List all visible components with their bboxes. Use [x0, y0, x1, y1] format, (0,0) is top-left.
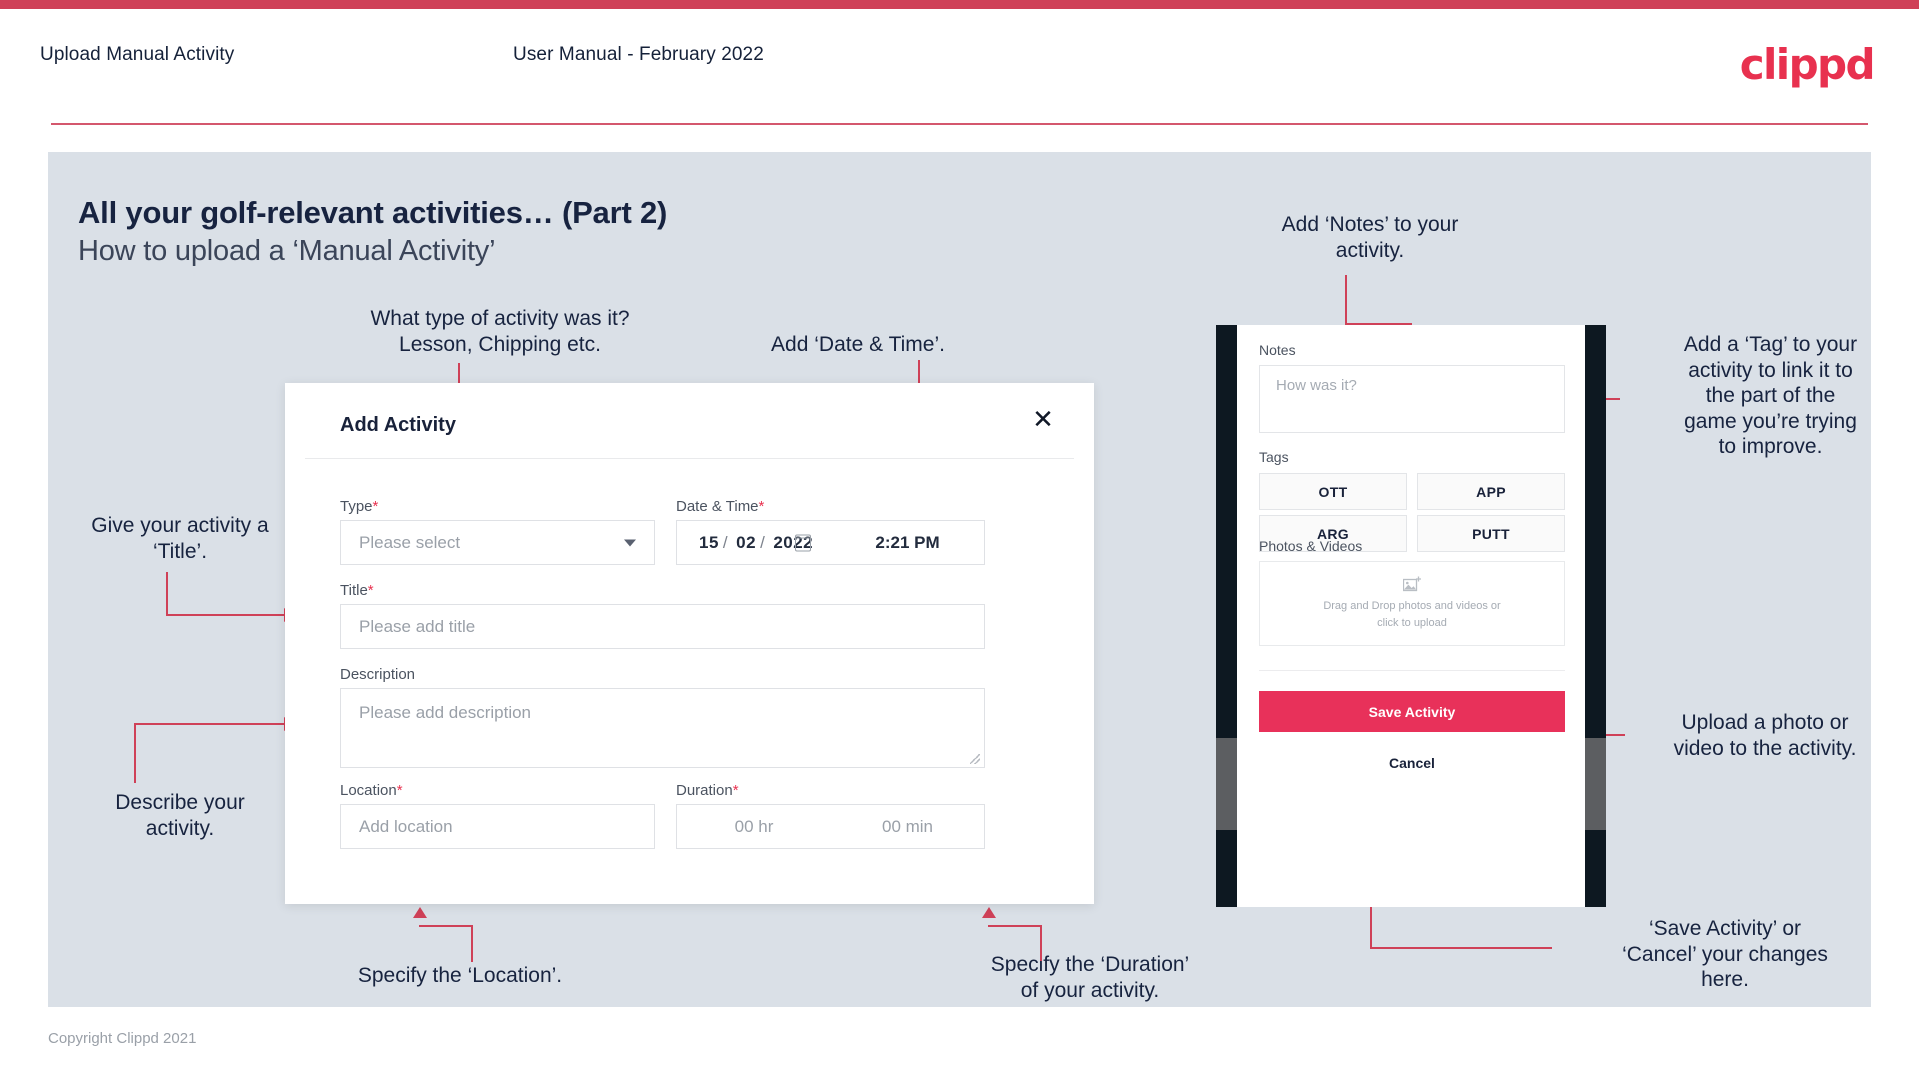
notes-placeholder: How was it? — [1276, 377, 1357, 394]
annotation-type: What type of activity was it? Lesson, Ch… — [370, 307, 630, 356]
location-label: Location* — [340, 782, 403, 799]
annotation-title: Give your activity a ‘Title’. — [91, 514, 269, 563]
slide-page: Upload Manual Activity User Manual - Feb… — [0, 0, 1919, 1079]
leader-dur-h — [988, 925, 1042, 927]
type-placeholder: Please select — [359, 532, 461, 552]
tags-label: Tags — [1259, 449, 1289, 465]
title-label-text: Title — [340, 582, 368, 599]
title-label: Title* — [340, 582, 374, 599]
footer-copyright: Copyright Clippd 2021 — [48, 1030, 197, 1047]
date-month: 02 — [736, 532, 757, 552]
header-left-title: Upload Manual Activity — [40, 44, 235, 65]
arrow-location — [413, 907, 427, 918]
duration-hours-input[interactable]: 00 hr — [676, 804, 832, 849]
add-image-icon — [1402, 576, 1422, 592]
location-input[interactable]: Add location — [340, 804, 655, 849]
clippd-logo: clippd — [1739, 40, 1876, 89]
tag-app[interactable]: APP — [1417, 473, 1565, 510]
cancel-button[interactable]: Cancel — [1259, 747, 1565, 779]
leader-notes-v1 — [1345, 275, 1347, 325]
date-sep-1: / — [722, 532, 729, 552]
leader-title-v — [166, 572, 168, 616]
tag-putt[interactable]: PUTT — [1417, 515, 1565, 552]
phone-frame-left-accent — [1216, 738, 1237, 830]
type-label: Type* — [340, 498, 378, 515]
duration-minutes-input[interactable]: 00 min — [831, 804, 985, 849]
leader-dur-v1 — [1040, 927, 1042, 961]
description-textarea[interactable]: Please add description — [340, 688, 985, 768]
duration-label: Duration* — [676, 782, 739, 799]
resize-handle-icon[interactable] — [970, 754, 980, 764]
annotation-notes: Add ‘Notes’ to your activity. — [1281, 213, 1459, 262]
leader-loc-h — [419, 925, 473, 927]
duration-label-text: Duration — [676, 782, 733, 799]
phone-mockup: Notes How was it? Tags OTT APP ARG PUTT … — [1216, 325, 1606, 907]
close-icon[interactable]: ✕ — [1028, 405, 1058, 435]
dropzone-text-line1: Drag and Drop photos and videos or — [1323, 600, 1501, 612]
header-divider — [51, 123, 1868, 125]
title-required-mark: * — [367, 582, 374, 599]
title-placeholder: Please add title — [359, 616, 476, 636]
datetime-label: Date & Time* — [676, 498, 764, 515]
annotation-duration: Specify the ‘Duration’ of your activity. — [990, 953, 1190, 1002]
page-subtitle: How to upload a ‘Manual Activity’ — [78, 235, 496, 267]
dropzone-text-line2: click to upload — [1377, 616, 1447, 629]
date-day: 15 — [699, 532, 719, 552]
tag-ott[interactable]: OTT — [1259, 473, 1407, 510]
date-input[interactable]: 15 / 02 / 2022 — [676, 520, 832, 565]
type-required-mark: * — [372, 498, 379, 515]
top-accent-bar — [0, 0, 1919, 9]
time-input[interactable]: 2:21 PM — [831, 520, 985, 565]
leader-save-h — [1370, 947, 1552, 949]
description-label: Description — [340, 666, 416, 683]
leader-loc-v1 — [471, 927, 473, 962]
annotation-location: Specify the ‘Location’. — [357, 964, 563, 987]
annotation-tags: Add a ‘Tag’ to your activity to link it … — [1683, 333, 1858, 459]
datetime-required-mark: * — [758, 498, 765, 515]
photo-upload-dropzone[interactable]: Drag and Drop photos and videos or click… — [1259, 561, 1565, 646]
annotation-datetime: Add ‘Date & Time’. — [771, 333, 945, 356]
duration-required-mark: * — [732, 782, 739, 799]
header-center-title: User Manual - February 2022 — [513, 44, 764, 65]
date-sep-2: / — [760, 532, 766, 552]
notes-textarea[interactable]: How was it? — [1259, 365, 1565, 433]
photos-videos-label: Photos & Videos — [1259, 538, 1363, 554]
datetime-label-text: Date & Time — [676, 498, 759, 515]
add-activity-dialog: Add Activity ✕ Type* Please select Date … — [285, 383, 1094, 904]
phone-divider — [1259, 670, 1565, 671]
phone-screen: Notes How was it? Tags OTT APP ARG PUTT … — [1237, 325, 1585, 907]
title-input[interactable]: Please add title — [340, 604, 985, 649]
location-label-text: Location — [340, 782, 397, 799]
location-placeholder: Add location — [359, 816, 453, 836]
location-required-mark: * — [396, 782, 403, 799]
notes-label: Notes — [1259, 342, 1296, 358]
leader-title-h — [166, 614, 286, 616]
annotation-save: ‘Save Activity’ or ‘Cancel’ your changes… — [1622, 917, 1828, 992]
calendar-icon[interactable] — [795, 534, 811, 551]
type-select[interactable]: Please select — [340, 520, 655, 565]
chevron-down-icon — [624, 539, 636, 546]
description-placeholder: Please add description — [359, 703, 532, 722]
page-title: All your golf-relevant activities… (Part… — [78, 195, 668, 230]
phone-frame-right-accent — [1585, 738, 1606, 830]
leader-desc-h — [134, 723, 286, 725]
save-activity-button[interactable]: Save Activity — [1259, 691, 1565, 732]
type-label-text: Type — [340, 498, 373, 515]
annotation-upload: Upload a photo or video to the activity. — [1673, 711, 1857, 760]
dialog-title: Add Activity — [340, 414, 456, 436]
annotation-description: Describe your activity. — [115, 791, 245, 840]
dialog-divider — [305, 458, 1074, 459]
arrow-duration — [982, 907, 996, 918]
leader-desc-v — [134, 723, 136, 783]
